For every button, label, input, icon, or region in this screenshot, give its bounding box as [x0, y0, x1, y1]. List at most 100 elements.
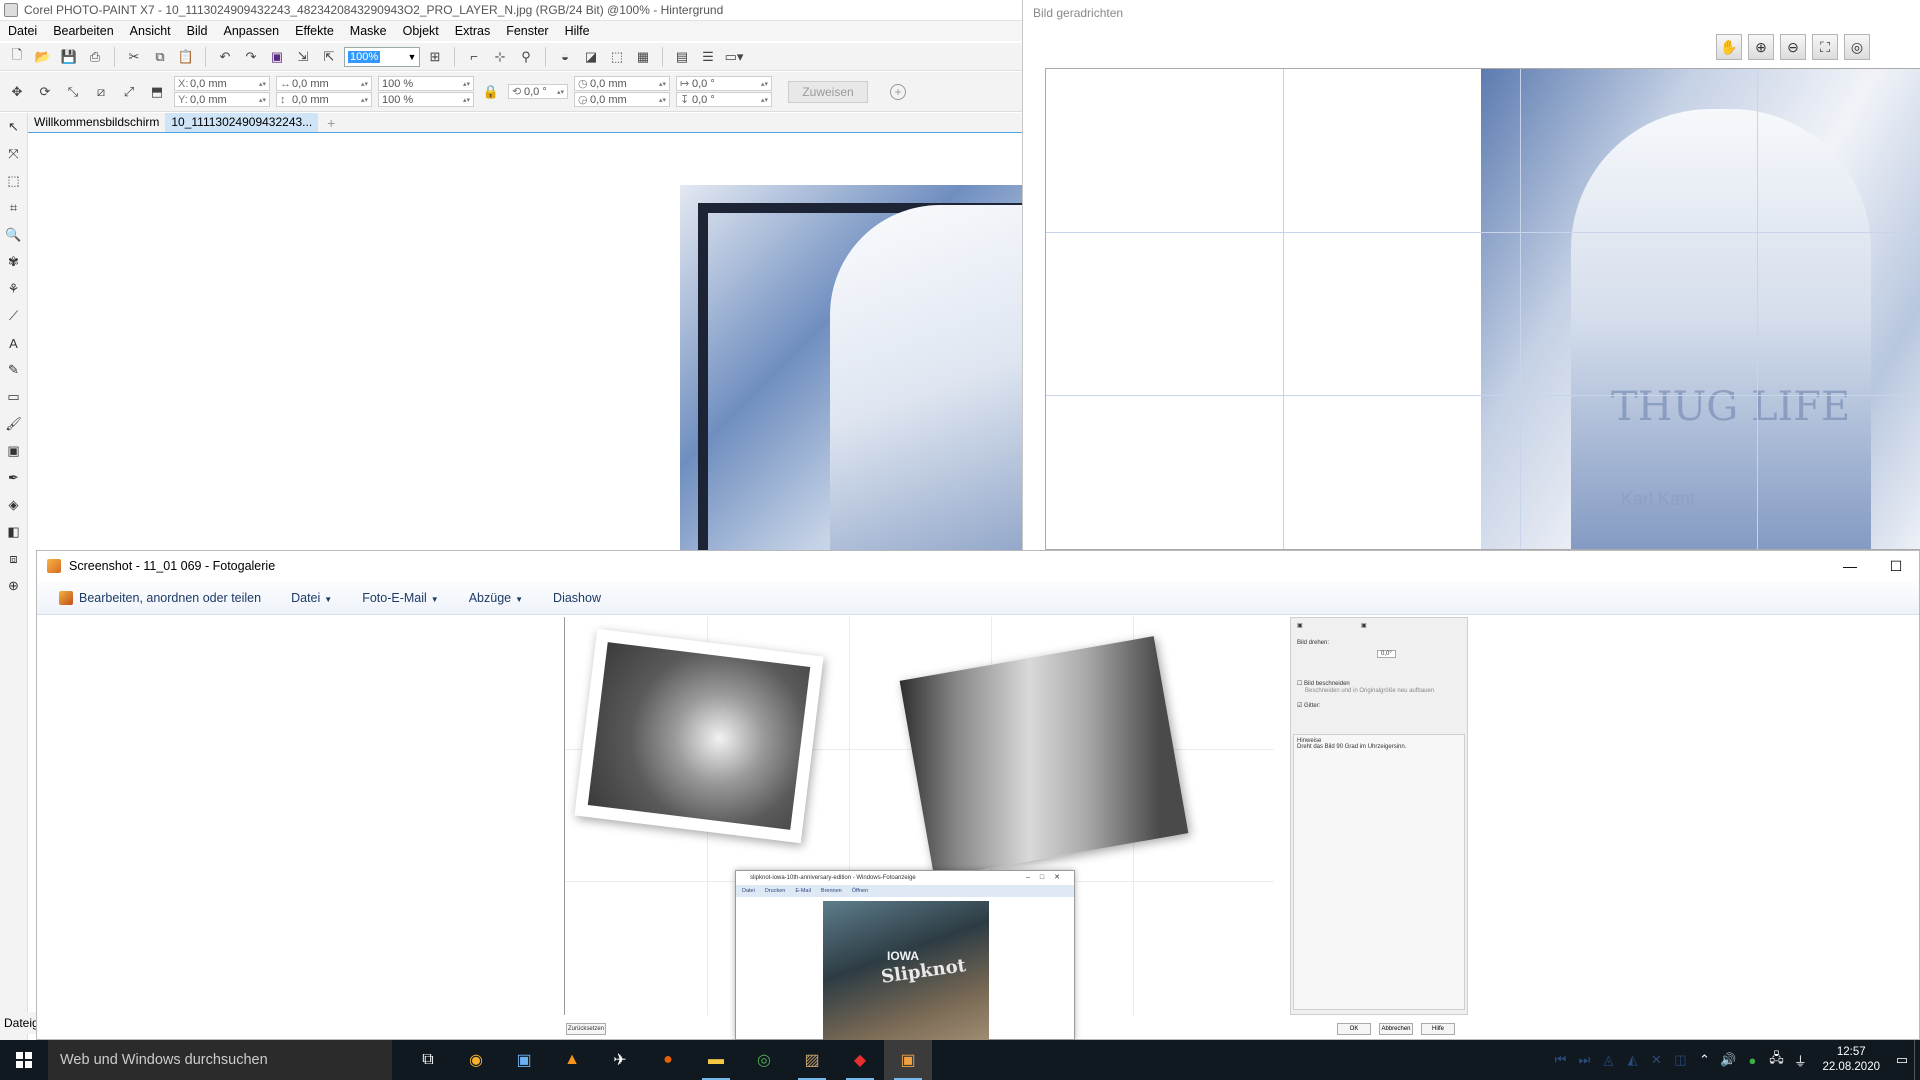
lock-transparency-icon[interactable]: ▦ [632, 46, 654, 68]
chrome-canary-icon[interactable]: ◉ [452, 1040, 500, 1080]
task-view-icon[interactable]: ⧉ [404, 1040, 452, 1080]
tray-app-icon[interactable]: ◬ [1596, 1052, 1620, 1068]
photo-gallery-app-icon[interactable]: ▣ [500, 1040, 548, 1080]
grid-checkbox[interactable]: ☑ Gitter: [1297, 702, 1320, 709]
crop-tool-icon[interactable]: ⌗ [4, 198, 24, 218]
application-launcher-icon[interactable]: ▤ [671, 46, 693, 68]
corel-taskbar-icon[interactable]: ◆ [836, 1040, 884, 1080]
firefox-icon[interactable]: ● [644, 1040, 692, 1080]
menu-objekt[interactable]: Objekt [395, 24, 447, 38]
add-tool-icon[interactable]: ⊕ [4, 576, 24, 596]
show-hidden-icons-icon[interactable]: ⌃ [1692, 1052, 1716, 1068]
camera-app-icon[interactable]: ▨ [788, 1040, 836, 1080]
corel-image[interactable] [680, 185, 1022, 550]
pan-icon[interactable]: ✋ [1716, 34, 1742, 60]
network-icon[interactable]: 🖧 [1764, 1049, 1788, 1071]
guides-icon[interactable]: ⊹ [489, 46, 511, 68]
copy-icon[interactable]: ⧉ [149, 46, 171, 68]
rotate-right-icon[interactable]: ▣ [1361, 622, 1367, 629]
gallery-taskbar-icon[interactable]: ▣ [884, 1040, 932, 1080]
fit-page-icon[interactable]: ⊞ [424, 46, 446, 68]
position-y-field[interactable]: Y: 0,0 mm ▴▾ [174, 92, 270, 107]
actual-size-icon[interactable]: ◎ [1844, 34, 1870, 60]
menu-anpassen[interactable]: Anpassen [216, 24, 288, 38]
menu-maske[interactable]: Maske [342, 24, 395, 38]
edit-organize-share-button[interactable]: Bearbeiten, anordnen oder teilen [59, 590, 261, 605]
straighten-preview[interactable]: THUG LIFE Karl Kant [1045, 68, 1920, 550]
import-icon[interactable]: ⇲ [292, 46, 314, 68]
help-button[interactable]: Hilfe [1421, 1023, 1455, 1035]
ok-button[interactable]: OK [1337, 1023, 1371, 1035]
color-swatch-icon[interactable]: ◧ [4, 522, 24, 542]
scale-height-field[interactable]: 100 % ▴▾ [378, 92, 474, 107]
viewer-menu-print[interactable]: Drucken [765, 885, 785, 897]
rotate-angle-field[interactable]: 0,0° [1377, 650, 1396, 658]
paint-tool-icon[interactable]: 🖌 [4, 414, 24, 434]
menu-effekte[interactable]: Effekte [287, 24, 342, 38]
pick-tool-icon[interactable]: ↖ [4, 117, 24, 137]
width-field[interactable]: ↔ 0,0 mm ▴▾ [276, 76, 372, 91]
zoom-to-fit-icon[interactable]: ⛶ [1812, 34, 1838, 60]
redeye-tool-icon[interactable]: ✾ [4, 252, 24, 272]
show-desktop-button[interactable] [1914, 1040, 1920, 1080]
add-icon[interactable]: + [890, 83, 906, 100]
scale-width-field[interactable]: 100 % ▴▾ [378, 76, 474, 91]
viewer-menu-open[interactable]: Öffnen [852, 885, 868, 897]
fill-tool-icon[interactable]: ◈ [4, 495, 24, 515]
taskbar-search[interactable]: Web und Windows durchsuchen [48, 1040, 392, 1080]
tray-app-icon[interactable]: ◭ [1620, 1052, 1644, 1068]
assign-button[interactable]: Zuweisen [788, 80, 868, 103]
open-folder-icon[interactable]: 📂 [32, 46, 54, 68]
transform-tool-icon[interactable]: ⤧ [4, 144, 24, 164]
tray-app-icon[interactable]: ✕ [1644, 1052, 1668, 1068]
menu-fenster[interactable]: Fenster [498, 24, 556, 38]
menu-ansicht[interactable]: Ansicht [122, 24, 179, 38]
menu-hilfe[interactable]: Hilfe [557, 24, 598, 38]
viewer-menu-email[interactable]: E-Mail [795, 885, 811, 897]
viewer-window-controls[interactable]: –□✕ [1026, 871, 1070, 885]
rotation-angle-field[interactable]: ⟲ 0,0 ° ▴▾ [508, 84, 568, 99]
start-button[interactable] [0, 1040, 48, 1080]
media-previous-icon[interactable]: ⏮ [1548, 1052, 1572, 1068]
text-tool-icon[interactable]: A [4, 333, 24, 353]
zoom-level-select[interactable]: 100% ▼ [344, 46, 420, 67]
center-y-field[interactable]: ◶ 0,0 mm ▴▾ [574, 92, 670, 107]
skew-mode-icon[interactable]: ⧄ [90, 81, 112, 103]
skew-horizontal-field[interactable]: ↦ 0,0 ° ▴▾ [676, 76, 772, 91]
mask-overlay-icon[interactable]: ◪ [580, 46, 602, 68]
show-mask-icon[interactable]: ◒ [554, 46, 576, 68]
redo-icon[interactable]: ↷ [240, 46, 262, 68]
security-shield-icon[interactable]: ● [1740, 1053, 1764, 1068]
minimize-icon[interactable]: — [1827, 551, 1873, 581]
menu-bearbeiten[interactable]: Bearbeiten [45, 24, 121, 38]
menu-file[interactable]: Datei ▼ [291, 591, 332, 605]
rulers-icon[interactable]: ⌐ [463, 46, 485, 68]
brush-tool-icon[interactable]: ⟋ [4, 306, 24, 326]
zoom-in-icon[interactable]: ⊕ [1748, 34, 1774, 60]
tray-app-icon[interactable]: ◫ [1668, 1052, 1692, 1068]
cancel-button[interactable]: Abbrechen [1379, 1023, 1413, 1035]
move-tool-icon[interactable]: ✥ [6, 81, 28, 103]
print-icon[interactable]: ⎙ [84, 46, 106, 68]
rotate-left-icon[interactable]: ▣ [1297, 622, 1303, 629]
zoom-out-icon[interactable]: ⊖ [1780, 34, 1806, 60]
view-mode-icon[interactable]: ▭▾ [723, 46, 745, 68]
lock-ratio-icon[interactable]: 🔒 [480, 81, 502, 103]
position-x-field[interactable]: X: 0,0 mm ▴▾ [174, 76, 270, 91]
viewer-menu-burn[interactable]: Brennen [821, 885, 842, 897]
rotate-mode-icon[interactable]: ⟳ [34, 81, 56, 103]
clone-tool-icon[interactable]: ⚘ [4, 279, 24, 299]
center-x-field[interactable]: ◷ 0,0 mm ▴▾ [574, 76, 670, 91]
menu-datei[interactable]: Datei [0, 24, 45, 38]
paste-icon[interactable]: 📋 [175, 46, 197, 68]
crop-image-checkbox[interactable]: ☐ Bild beschneiden [1297, 680, 1350, 687]
eyedropper-icon[interactable]: ✒ [4, 468, 24, 488]
menu-prints[interactable]: Abzüge ▼ [469, 591, 523, 605]
export-icon[interactable]: ⇱ [318, 46, 340, 68]
object-marquee-icon[interactable]: ⬚ [606, 46, 628, 68]
action-center-icon[interactable]: ▭ [1890, 1052, 1914, 1068]
snap-icon[interactable]: ⚲ [515, 46, 537, 68]
perspective-mode-icon[interactable]: ⬒ [146, 81, 168, 103]
file-explorer-icon[interactable]: ▬ [692, 1040, 740, 1080]
corel-connect-icon[interactable]: ▣ [266, 46, 288, 68]
